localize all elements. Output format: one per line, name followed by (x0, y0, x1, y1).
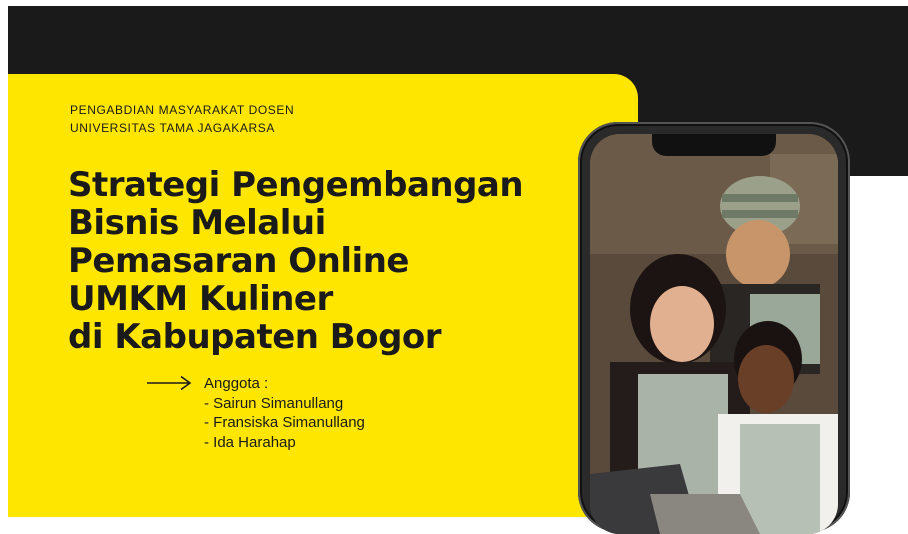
team-photo (590, 134, 838, 534)
member-name: - Sairun Simanullang (204, 394, 344, 412)
title-line: di Kabupaten Bogor (68, 317, 442, 357)
presentation-title: Strategi Pengembangan Bisnis Melalui Pem… (68, 166, 568, 356)
organizer-line-1: PENGABDIAN MASYARAKAT DOSEN (70, 103, 295, 117)
title-line: UMKM Kuliner (68, 279, 333, 319)
organizer-line-2: UNIVERSITAS TAMA JAGAKARSA (70, 121, 275, 135)
member-list: Anggota : - Sairun Simanullang - Fransis… (204, 374, 365, 452)
phone-screen (590, 134, 838, 534)
member-name: - Fransiska Simanullang (204, 414, 365, 431)
title-line: Strategi Pengembangan (68, 165, 524, 205)
arrow-right-icon (147, 375, 192, 391)
smartphone-mockup (578, 122, 850, 534)
member-list-label: Anggota : (204, 375, 269, 392)
phone-notch (652, 134, 776, 156)
title-line: Pemasaran Online (68, 241, 409, 281)
member-name: - Ida Harahap (204, 433, 296, 451)
title-line: Bisnis Melalui (68, 203, 326, 243)
